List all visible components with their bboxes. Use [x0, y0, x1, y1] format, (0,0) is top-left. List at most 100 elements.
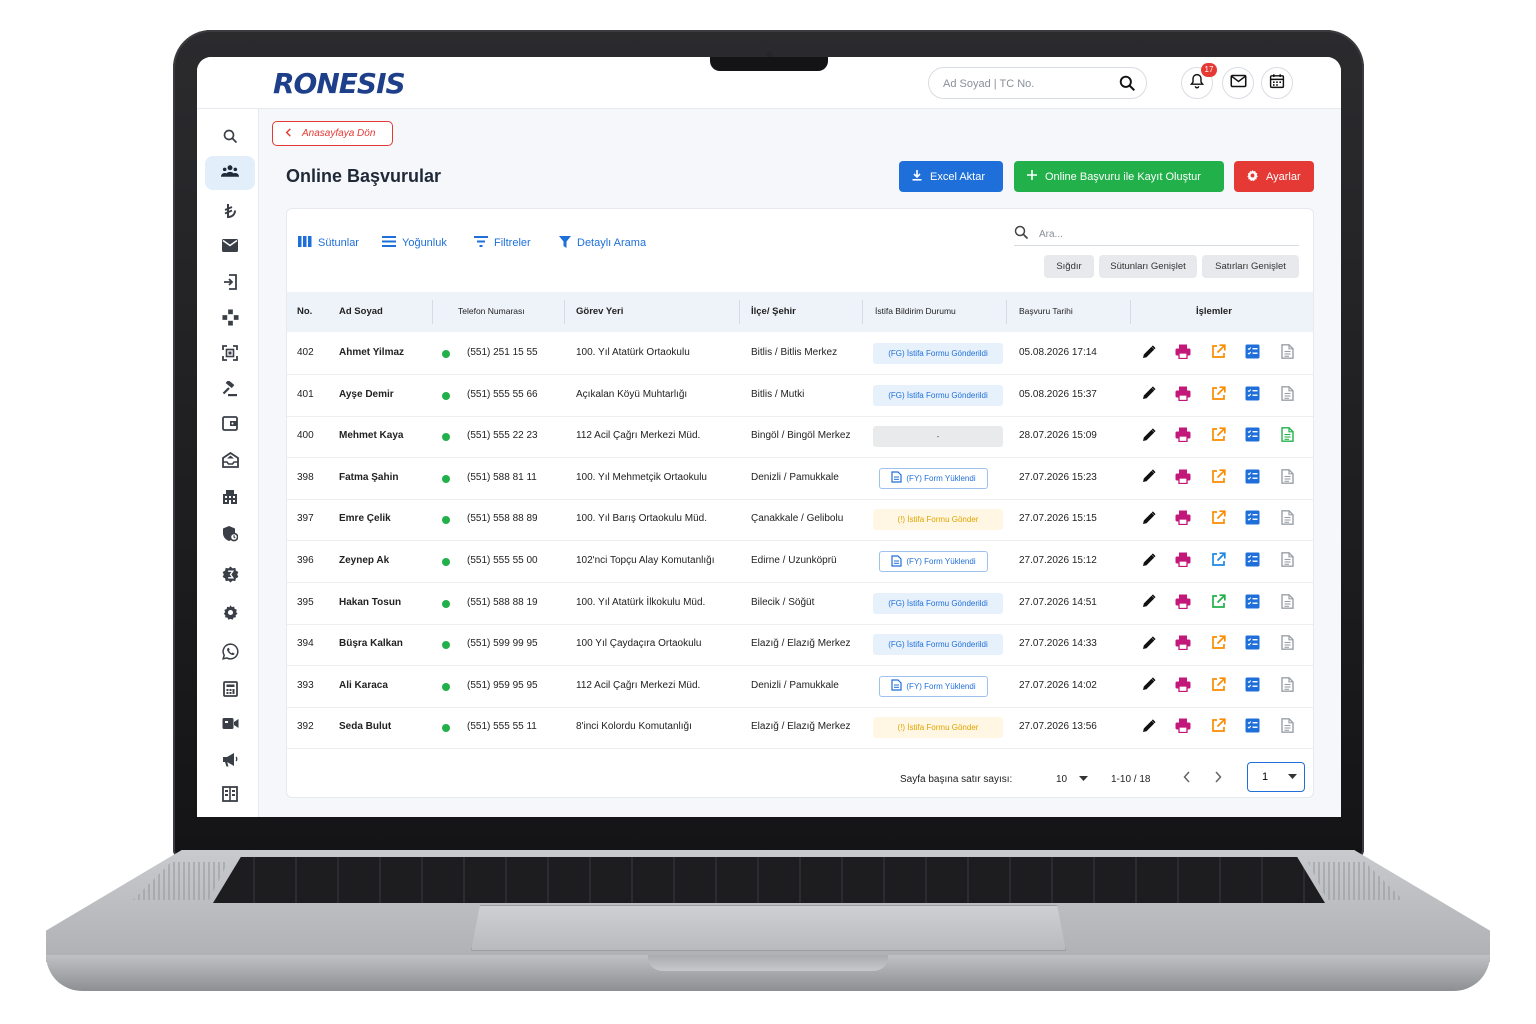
open-external-button[interactable] — [1209, 718, 1227, 737]
sidebar-item-building[interactable] — [205, 482, 255, 516]
document-button[interactable] — [1278, 676, 1296, 696]
checklist-button[interactable] — [1243, 594, 1261, 613]
checklist-button[interactable] — [1243, 552, 1261, 571]
table-row[interactable]: 392 Seda Bulut (551) 555 55 11 8'inci Ko… — [287, 707, 1313, 750]
detailed-search-tool[interactable]: Detaylı Arama — [559, 235, 646, 250]
sidebar-item-wallet[interactable] — [205, 409, 255, 443]
print-button[interactable] — [1174, 594, 1192, 613]
sidebar-item-badge[interactable] — [205, 560, 255, 594]
edit-button[interactable] — [1140, 636, 1158, 654]
sidebar-item-lira[interactable] — [205, 196, 255, 230]
print-button[interactable] — [1174, 427, 1192, 446]
expand-rows-chip[interactable]: Satırları Genişlet — [1202, 255, 1299, 278]
resign-status-badge[interactable]: (!) İstifa Formu Gönder — [873, 717, 1003, 739]
edit-button[interactable] — [1140, 552, 1158, 571]
table-row[interactable]: 398 Fatma Şahin (551) 588 81 11 100. Yıl… — [287, 458, 1313, 500]
page-select[interactable]: 1 — [1247, 762, 1305, 792]
print-button[interactable] — [1174, 635, 1192, 654]
settings-button[interactable]: Ayarlar — [1234, 161, 1314, 192]
edit-button[interactable] — [1140, 428, 1158, 446]
edit-button[interactable] — [1140, 594, 1158, 613]
search-icon[interactable] — [1119, 75, 1136, 97]
print-button[interactable] — [1174, 718, 1192, 737]
sidebar-item-calculator[interactable] — [205, 674, 255, 708]
table-row[interactable]: 400 Mehmet Kaya (551) 555 22 23 112 Acil… — [287, 416, 1313, 459]
checklist-button[interactable] — [1243, 344, 1261, 363]
edit-button[interactable] — [1140, 344, 1158, 363]
app-logo[interactable]: RONESIS — [273, 67, 406, 100]
header-separator[interactable] — [739, 300, 740, 324]
header-separator[interactable] — [432, 300, 433, 324]
open-external-button[interactable] — [1209, 552, 1227, 571]
document-button[interactable] — [1278, 344, 1296, 363]
filters-tool[interactable]: Filtreler — [474, 236, 531, 250]
global-search-input[interactable] — [943, 75, 1113, 93]
table-row[interactable]: 395 Hakan Tosun (551) 588 88 19 100. Yıl… — [287, 583, 1313, 625]
calendar-button[interactable] — [1261, 67, 1293, 99]
header-separator[interactable] — [862, 300, 863, 324]
open-external-button[interactable] — [1209, 427, 1227, 446]
sidebar-item-search[interactable] — [205, 122, 255, 156]
header-phone[interactable]: Telefon Numarası — [458, 306, 525, 316]
back-to-home-button[interactable]: Anasayfaya Dön — [272, 121, 393, 146]
table-row[interactable]: 393 Ali Karaca (551) 959 95 95 112 Acil … — [287, 666, 1313, 708]
sidebar-item-mail[interactable] — [205, 231, 255, 265]
fit-chip[interactable]: Sığdır — [1044, 255, 1094, 278]
sidebar-item-gear[interactable] — [205, 598, 255, 632]
table-row[interactable]: 402 Ahmet Yilmaz (551) 251 15 55 100. Yı… — [287, 333, 1313, 375]
header-no[interactable]: No. — [297, 306, 312, 317]
expand-columns-chip[interactable]: Sütunları Genişlet — [1099, 255, 1197, 278]
header-separator[interactable] — [564, 300, 565, 324]
open-external-button[interactable] — [1209, 593, 1227, 613]
checklist-button[interactable] — [1243, 386, 1261, 405]
edit-button[interactable] — [1140, 719, 1158, 737]
open-external-button[interactable] — [1209, 385, 1227, 405]
document-button[interactable] — [1278, 593, 1296, 613]
checklist-button[interactable] — [1243, 635, 1261, 654]
edit-button[interactable] — [1140, 511, 1158, 529]
print-button[interactable] — [1174, 677, 1192, 696]
rows-per-page-select[interactable]: 10 — [1056, 774, 1089, 785]
edit-button[interactable] — [1140, 469, 1158, 488]
create-from-application-button[interactable]: Online Başvuru ile Kayıt Oluştur — [1014, 161, 1224, 192]
header-workplace[interactable]: Görev Yeri — [576, 306, 623, 317]
table-row[interactable]: 394 Büşra Kalkan (551) 599 99 95 100 Yıl… — [287, 624, 1313, 667]
sidebar-item-megaphone[interactable] — [205, 745, 255, 779]
header-name[interactable]: Ad Soyad — [339, 306, 383, 317]
table-row[interactable]: 397 Emre Çelik (551) 558 88 89 100. Yıl … — [287, 499, 1313, 542]
header-separator[interactable] — [1130, 300, 1131, 324]
excel-export-button[interactable]: Excel Aktar — [899, 161, 1003, 192]
sidebar-item-inbox[interactable] — [205, 445, 255, 479]
header-resign-status[interactable]: İstifa Bildirim Durumu — [875, 306, 956, 316]
header-date[interactable]: Başvuru Tarihi — [1019, 306, 1073, 316]
open-external-button[interactable] — [1209, 510, 1227, 529]
document-button[interactable] — [1278, 427, 1296, 446]
sidebar-item-whatsapp[interactable] — [205, 637, 255, 671]
messages-button[interactable] — [1222, 67, 1254, 99]
columns-tool[interactable]: Sütunlar — [298, 236, 359, 250]
document-button[interactable] — [1278, 510, 1296, 529]
sidebar-item-network[interactable] — [205, 303, 255, 337]
table-row[interactable]: 396 Zeynep Ak (551) 555 55 00 102'nci To… — [287, 541, 1313, 583]
document-button[interactable] — [1278, 718, 1296, 737]
document-button[interactable] — [1278, 635, 1296, 654]
open-external-button[interactable] — [1209, 635, 1227, 654]
resign-status-badge[interactable]: (!) İstifa Formu Gönder — [873, 509, 1003, 531]
table-row[interactable]: 401 Ayşe Demir (551) 555 55 66 Açıkalan … — [287, 375, 1313, 417]
checklist-button[interactable] — [1243, 427, 1261, 446]
print-button[interactable] — [1174, 552, 1192, 571]
table-search-input[interactable] — [1039, 226, 1279, 242]
header-separator[interactable] — [1006, 300, 1007, 324]
open-external-button[interactable] — [1209, 677, 1227, 696]
print-button[interactable] — [1174, 469, 1192, 488]
print-button[interactable] — [1174, 344, 1192, 363]
document-button[interactable] — [1278, 468, 1296, 488]
density-tool[interactable]: Yoğunluk — [382, 236, 447, 250]
open-external-button[interactable] — [1209, 469, 1227, 488]
open-external-button[interactable] — [1209, 344, 1227, 363]
document-button[interactable] — [1278, 385, 1296, 405]
checklist-button[interactable] — [1243, 469, 1261, 488]
print-button[interactable] — [1174, 386, 1192, 405]
sidebar-item-users[interactable] — [205, 156, 255, 190]
sidebar-item-login-door[interactable] — [205, 267, 255, 301]
